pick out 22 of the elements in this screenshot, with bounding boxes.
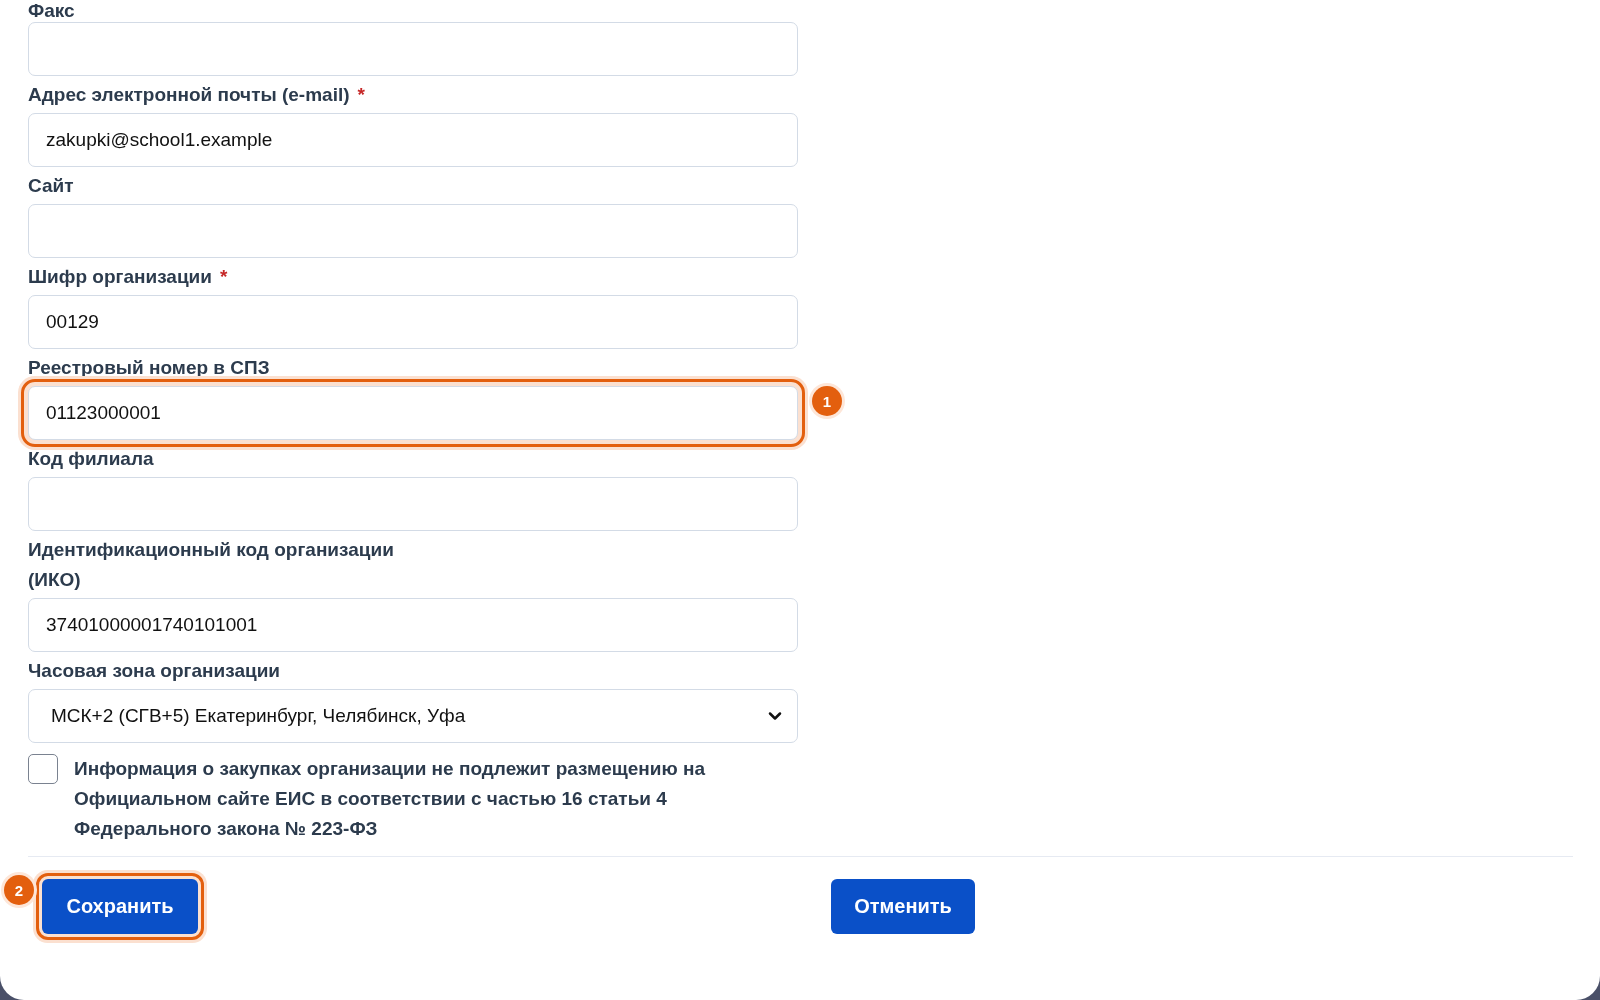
input-field[interactable]: zakupki@school1.example <box>28 113 798 167</box>
field-label: Адрес электронной почты (e-mail) * <box>28 83 366 107</box>
field-label: Код филиала <box>28 447 155 471</box>
cancel-button[interactable]: Отменить <box>831 879 975 934</box>
input-field[interactable] <box>28 204 798 258</box>
input-field[interactable] <box>28 22 798 76</box>
input-field[interactable]: 00129 <box>28 295 798 349</box>
input-field[interactable] <box>28 477 798 531</box>
field-label: Часовая зона организации <box>28 659 281 683</box>
field-label: Шифр организации * <box>28 265 229 289</box>
annotation-badge: 1 <box>812 386 842 416</box>
timezone-select[interactable]: МСК+2 (СГВ+5) Екатеринбург, Челябинск, Уфа <box>28 689 798 743</box>
field-label: Реестровый номер в СПЗ <box>28 356 271 380</box>
field-label: Факс <box>28 0 76 22</box>
checkbox[interactable] <box>28 754 58 784</box>
checkbox-label: Информация о закупках организации не подлежит размещению на Официальном сайте ЕИС в соответствии с частью 16 статьи 4 Федерального закона № 223-ФЗ <box>74 757 706 841</box>
field-label: Идентификационный код организации (ИКО) <box>28 538 395 592</box>
input-field[interactable]: 37401000001740101001 <box>28 598 798 652</box>
required-mark: * <box>219 266 228 287</box>
annotation-badge: 2 <box>4 875 34 905</box>
required-mark: * <box>357 84 365 105</box>
field-label: Сайт <box>28 174 75 198</box>
